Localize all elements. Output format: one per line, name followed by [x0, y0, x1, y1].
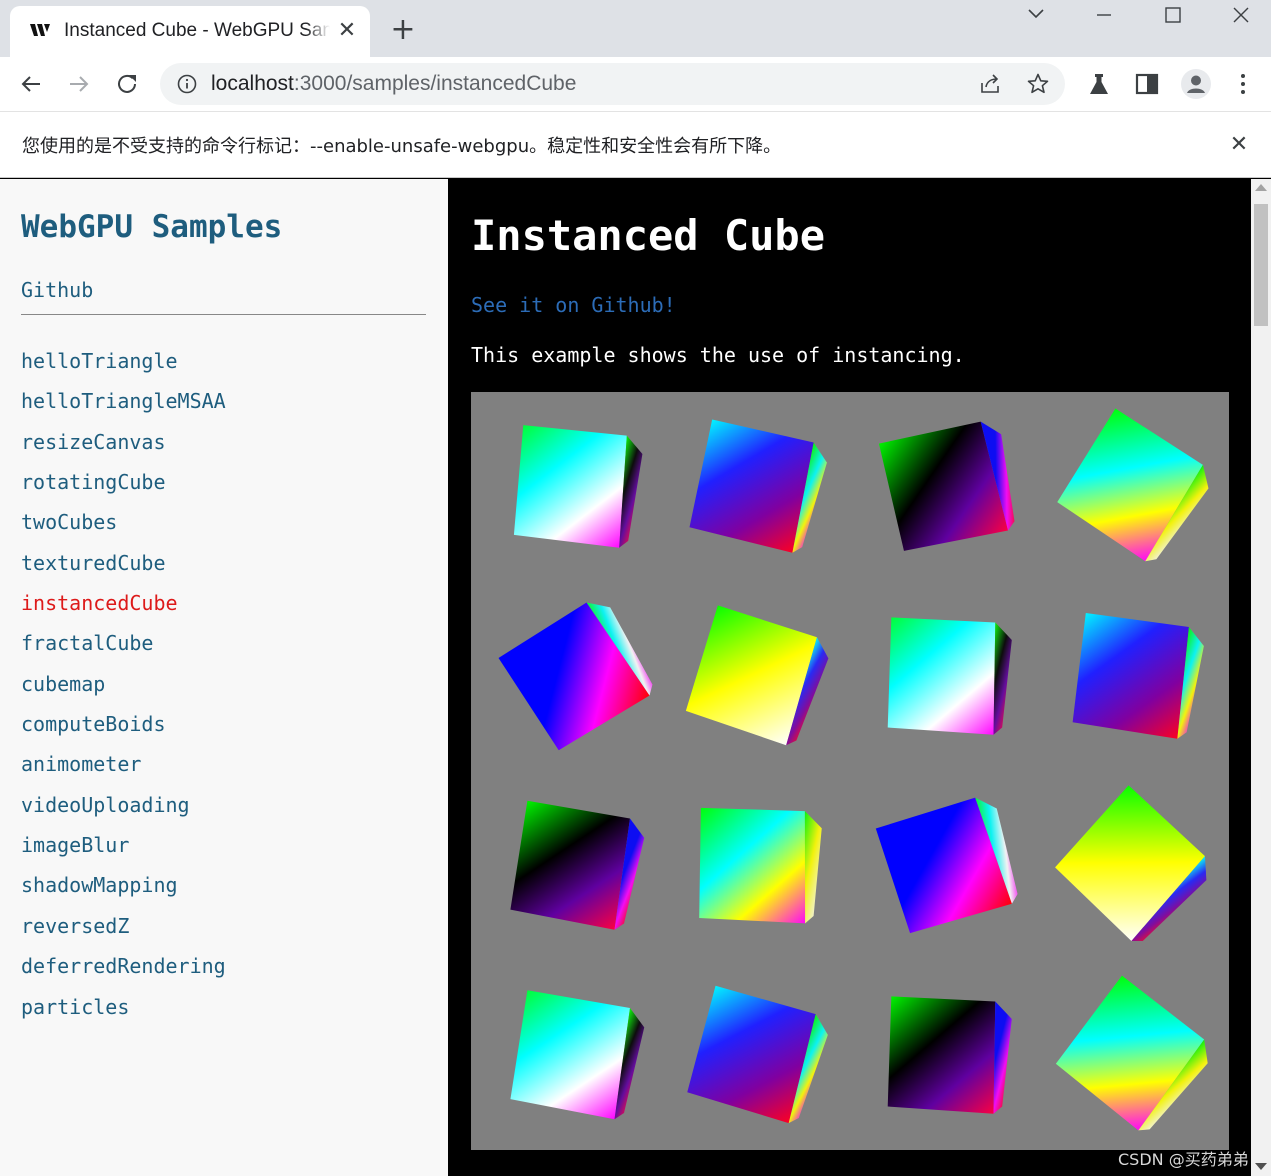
sidebar: WebGPU Samples Github helloTriangle hello… [0, 179, 448, 1176]
cube-instance [1072, 612, 1204, 739]
tab-close-icon[interactable]: ✕ [334, 18, 360, 44]
cube-instance [685, 605, 829, 746]
sample-link-fractalCube[interactable]: fractalCube [21, 629, 226, 669]
minimize-icon[interactable] [1072, 0, 1136, 34]
sample-link-rotatingCube[interactable]: rotatingCube [21, 468, 226, 508]
cube-instance [875, 797, 1018, 934]
sample-link-cubemap[interactable]: cubemap [21, 670, 226, 710]
sample-link-shadowMapping[interactable]: shadowMapping [21, 871, 226, 911]
sidebar-divider [21, 314, 426, 315]
site-title[interactable]: WebGPU Samples [21, 209, 282, 245]
unsupported-flag-infobar: 您使用的是不受支持的命令行标记：--enable-unsafe-webgpu。稳… [0, 111, 1271, 178]
url-text[interactable]: localhost:3000/samples/instancedCube [211, 71, 576, 97]
sample-link-imageBlur[interactable]: imageBlur [21, 831, 226, 871]
cube-instance [887, 996, 1012, 1114]
page-scrollbar[interactable] [1251, 179, 1271, 1176]
sample-list: helloTriangle helloTriangleMSAA resizeCanv… [21, 347, 226, 1033]
tab-title: Instanced Cube - WebGPU Samples [64, 20, 330, 42]
sample-link-videoUploading[interactable]: videoUploading [21, 791, 226, 831]
watermark: CSDN @买药弟弟 [1118, 1150, 1249, 1169]
forward-icon[interactable] [62, 67, 96, 101]
close-icon[interactable] [1207, 0, 1271, 34]
cube-instance [510, 800, 645, 930]
side-panel-icon[interactable] [1133, 70, 1161, 98]
back-icon[interactable] [14, 67, 48, 101]
cube-instances [498, 408, 1209, 1131]
sample-link-helloTriangleMSAA[interactable]: helloTriangleMSAA [21, 387, 226, 427]
cube-instance [887, 617, 1012, 735]
infobar-message: 您使用的是不受支持的命令行标记：--enable-unsafe-webgpu。稳… [22, 136, 782, 157]
cube-instance [498, 602, 653, 751]
instanced-cubes-render [498, 408, 1209, 1131]
cube-instance [513, 425, 643, 548]
star-icon[interactable] [1026, 72, 1050, 96]
url-path: :3000/samples/instancedCube [293, 72, 577, 95]
webgpu-logo-icon [30, 24, 50, 36]
reload-icon[interactable] [110, 67, 144, 101]
new-tab-button[interactable]: + [388, 15, 418, 45]
sample-link-particles[interactable]: particles [21, 993, 226, 1033]
browser-tab[interactable]: Instanced Cube - WebGPU Samples ✕ [10, 6, 370, 57]
cube-instance [689, 419, 827, 553]
sample-link-reversedZ[interactable]: reversedZ [21, 912, 226, 952]
sample-link-resizeCanvas[interactable]: resizeCanvas [21, 428, 226, 468]
sample-link-helloTriangle[interactable]: helloTriangle [21, 347, 226, 387]
scroll-thumb[interactable] [1254, 204, 1268, 326]
sidebar-github-link[interactable]: Github [21, 278, 93, 302]
profile-icon[interactable] [1180, 68, 1212, 100]
see-on-github-link[interactable]: See it on Github! [471, 293, 676, 317]
sample-link-texturedCube[interactable]: texturedCube [21, 549, 226, 589]
sample-link-twoCubes[interactable]: twoCubes [21, 508, 226, 548]
main-content: Instanced Cube See it on Github! This ex… [448, 179, 1251, 1176]
url-host: localhost [211, 72, 294, 95]
infobar-close-icon[interactable]: ✕ [1226, 132, 1252, 158]
sample-link-instancedCube[interactable]: instancedCube [21, 589, 226, 629]
cube-instance [1055, 975, 1208, 1131]
chevron-down-icon[interactable] [1004, 0, 1068, 34]
cube-instance [878, 421, 1015, 551]
site-info-icon[interactable] [176, 73, 198, 95]
maximize-icon[interactable] [1141, 0, 1205, 34]
sample-link-deferredRendering[interactable]: deferredRendering [21, 952, 226, 992]
sample-link-animometer[interactable]: animometer [21, 750, 226, 790]
cube-instance [1057, 408, 1209, 562]
share-icon[interactable] [978, 72, 1002, 96]
menu-icon[interactable] [1229, 70, 1257, 98]
scroll-up-arrow-icon[interactable] [1255, 184, 1267, 191]
sample-description: This example shows the use of instancing… [471, 343, 965, 367]
webgpu-canvas[interactable] [471, 392, 1229, 1150]
address-bar[interactable]: localhost:3000/samples/instancedCube [160, 63, 1065, 105]
browser-toolbar: localhost:3000/samples/instancedCube [0, 57, 1271, 111]
cube-instance [687, 985, 828, 1124]
cube-instance [1055, 785, 1207, 941]
labs-icon[interactable] [1085, 70, 1113, 98]
tab-strip: Instanced Cube - WebGPU Samples ✕ + [0, 0, 1271, 57]
cube-instance [510, 990, 645, 1120]
sample-link-computeBoids[interactable]: computeBoids [21, 710, 226, 750]
scroll-down-arrow-icon[interactable] [1255, 1163, 1267, 1170]
page-title: Instanced Cube [471, 211, 826, 260]
cube-instance [699, 807, 822, 924]
